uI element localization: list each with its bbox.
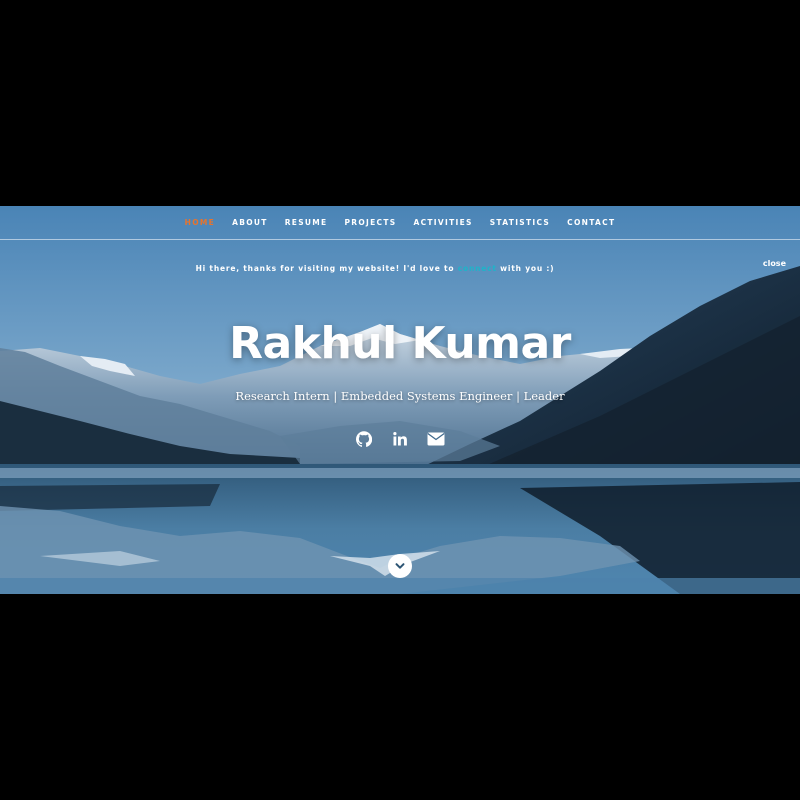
nav-item-home[interactable]: HOME	[185, 218, 215, 227]
nav-item-activities[interactable]: ACTIVITIES	[413, 218, 472, 227]
chevron-down-icon	[395, 563, 405, 569]
hero-name: Rakhul Kumar	[229, 318, 571, 369]
linkedin-icon[interactable]	[391, 430, 409, 448]
greeting-text-end: with you :)	[496, 264, 555, 273]
nav-item-contact[interactable]: CONTACT	[567, 218, 615, 227]
greeting-text-start: Hi there, thanks for visiting my website…	[195, 264, 458, 273]
envelope-icon[interactable]	[427, 430, 445, 448]
nav-item-about[interactable]: ABOUT	[232, 218, 268, 227]
social-links	[0, 430, 800, 448]
close-banner-button[interactable]: close	[763, 259, 786, 268]
greeting-banner: Hi there, thanks for visiting my website…	[0, 264, 750, 273]
connect-link[interactable]: connect	[458, 264, 497, 273]
nav-item-resume[interactable]: RESUME	[285, 218, 328, 227]
hero-section: HOME ABOUT RESUME PROJECTS ACTIVITIES ST…	[0, 206, 800, 594]
github-icon[interactable]	[355, 430, 373, 448]
nav-item-statistics[interactable]: STATISTICS	[490, 218, 550, 227]
top-navigation: HOME ABOUT RESUME PROJECTS ACTIVITIES ST…	[0, 206, 800, 240]
scroll-down-button[interactable]	[388, 554, 412, 578]
hero-tagline: Research Intern | Embedded Systems Engin…	[235, 389, 565, 403]
nav-item-projects[interactable]: PROJECTS	[344, 218, 396, 227]
